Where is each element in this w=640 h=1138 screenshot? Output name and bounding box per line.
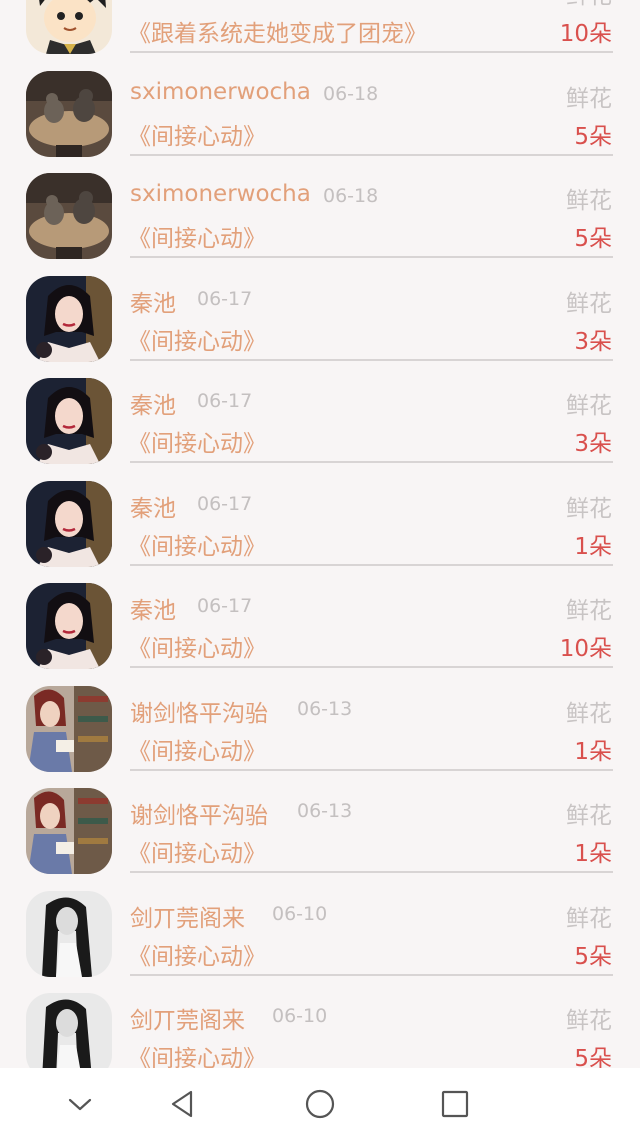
gift-date: 06-13: [297, 697, 353, 720]
collapse-chevron-icon[interactable]: [60, 1084, 100, 1124]
gift-count: 5朵: [574, 226, 612, 252]
gift-count: 3朵: [574, 328, 612, 355]
user-name[interactable]: 剑丌莞阁来: [130, 899, 245, 933]
woman-portrait-avatar-icon: [26, 378, 112, 464]
woman-portrait-avatar-icon: [26, 583, 112, 669]
list-item[interactable]: 秦池 06-17 鲜花 《间接心动》 10朵: [0, 563, 640, 669]
woman-portrait-avatar-icon: [26, 275, 112, 362]
gift-date: 06-10: [272, 902, 328, 925]
user-name[interactable]: 秦池: [130, 591, 176, 625]
gift-date: 06-17: [197, 390, 253, 412]
avatar[interactable]: [26, 70, 112, 157]
user-name[interactable]: 谢剑恪平沟骀: [130, 694, 268, 728]
gift-type: 鲜花: [566, 393, 612, 419]
avatar[interactable]: [26, 583, 112, 669]
gift-type: 鲜花: [566, 598, 612, 624]
book-title[interactable]: 《跟着系统走她变成了团宠》: [128, 14, 427, 48]
bw-girl-avatar-icon: [26, 890, 112, 977]
user-name[interactable]: sximonerwocha: [130, 79, 311, 105]
list-item[interactable]: 秦池 06-17 鲜花 《间接心动》 1朵: [0, 461, 640, 567]
gift-count: 1朵: [574, 533, 612, 560]
user-name[interactable]: 秦池: [130, 489, 176, 523]
user-name[interactable]: 谢剑恪平沟骀: [130, 796, 268, 830]
list-item[interactable]: 秦池 06-17 鲜花 《间接心动》 3朵: [0, 358, 640, 464]
cats-photo-avatar-icon: [26, 70, 112, 157]
gift-type: 鲜花: [566, 1008, 612, 1034]
gift-date: 06-18: [323, 185, 379, 207]
avatar[interactable]: [26, 173, 112, 259]
gift-type: 鲜花: [566, 700, 612, 727]
gift-type: 鲜花: [566, 188, 612, 214]
back-triangle-icon[interactable]: [162, 1084, 202, 1124]
list-item[interactable]: 鲜花 《跟着系统走她变成了团宠》 10朵: [0, 0, 640, 54]
gift-date: 06-18: [323, 82, 379, 105]
gift-record-list: 鲜花 《跟着系统走她变成了团宠》 10朵 sximonerwocha: [0, 0, 640, 1079]
gift-type: 鲜花: [566, 0, 612, 10]
avatar[interactable]: [26, 993, 112, 1079]
avatar[interactable]: [26, 378, 112, 464]
home-circle-icon[interactable]: [300, 1084, 340, 1124]
user-name[interactable]: 剑丌莞阁来: [130, 1001, 245, 1035]
gift-date: 06-13: [297, 800, 353, 822]
avatar[interactable]: [26, 480, 112, 567]
gift-type: 鲜花: [566, 905, 612, 932]
gift-count: 10朵: [559, 21, 612, 47]
gift-count: 3朵: [574, 431, 612, 457]
avatar[interactable]: [26, 0, 112, 54]
avatar[interactable]: [26, 788, 112, 874]
gift-type: 鲜花: [566, 803, 612, 829]
book-title[interactable]: 《间接心动》: [128, 834, 266, 868]
book-title[interactable]: 《间接心动》: [128, 219, 266, 253]
user-name[interactable]: sximonerwocha: [130, 181, 311, 207]
gift-date: 06-17: [197, 287, 253, 310]
system-nav-bar: [0, 1068, 640, 1138]
bw-girl-avatar-icon: [26, 993, 112, 1079]
list-item[interactable]: 剑丌莞阁来 06-10 鲜花 《间接心动》 5朵: [0, 871, 640, 977]
book-title[interactable]: 《间接心动》: [128, 629, 266, 663]
list-item[interactable]: 剑丌莞阁来 06-10 鲜花 《间接心动》 5朵: [0, 973, 640, 1079]
gift-count: 10朵: [559, 636, 612, 662]
book-title[interactable]: 《间接心动》: [128, 937, 266, 971]
list-item[interactable]: sximonerwocha 06-18 鲜花 《间接心动》 5朵: [0, 153, 640, 259]
avatar[interactable]: [26, 685, 112, 772]
gift-date: 06-10: [272, 1005, 328, 1027]
cats-photo-avatar-icon: [26, 173, 112, 259]
recents-square-icon[interactable]: [435, 1084, 475, 1124]
book-title[interactable]: 《间接心动》: [128, 424, 266, 458]
gift-date: 06-17: [197, 595, 253, 617]
list-item[interactable]: 秦池 06-17 鲜花 《间接心动》 3朵: [0, 256, 640, 362]
gift-count: 5朵: [574, 123, 612, 150]
screen: 鲜花 《跟着系统走她变成了团宠》 10朵 sximonerwocha: [0, 0, 640, 1138]
gift-count: 5朵: [574, 943, 612, 970]
gift-count: 1朵: [574, 841, 612, 867]
book-title[interactable]: 《间接心动》: [128, 732, 266, 766]
cartoon-boy-avatar-icon: [26, 0, 112, 54]
book-title[interactable]: 《间接心动》: [128, 527, 266, 561]
avatar[interactable]: [26, 890, 112, 977]
book-title[interactable]: 《间接心动》: [128, 322, 266, 356]
woman-portrait-avatar-icon: [26, 480, 112, 567]
list-item[interactable]: sximonerwocha 06-18 鲜花 《间接心动》 5朵: [0, 51, 640, 157]
reading-girl-avatar-icon: [26, 685, 112, 772]
gift-count: 1朵: [574, 738, 612, 765]
gift-type: 鲜花: [566, 495, 612, 522]
reading-girl-avatar-icon: [26, 788, 112, 874]
gift-type: 鲜花: [566, 290, 612, 317]
list-item[interactable]: 谢剑恪平沟骀 06-13 鲜花 《间接心动》 1朵: [0, 768, 640, 874]
user-name[interactable]: 秦池: [130, 284, 176, 318]
user-name[interactable]: 秦池: [130, 386, 176, 420]
gift-type: 鲜花: [566, 85, 612, 112]
avatar[interactable]: [26, 275, 112, 362]
book-title[interactable]: 《间接心动》: [128, 117, 266, 151]
gift-date: 06-17: [197, 492, 253, 515]
list-item[interactable]: 谢剑恪平沟骀 06-13 鲜花 《间接心动》 1朵: [0, 666, 640, 772]
